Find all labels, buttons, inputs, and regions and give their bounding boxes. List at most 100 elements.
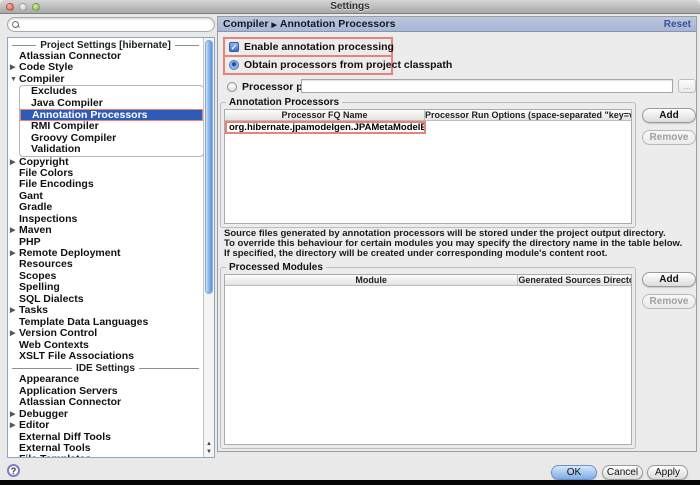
sidebar-item-label: Compiler [19, 73, 65, 85]
sidebar-item-label: Atlassian Connector [19, 396, 121, 408]
breadcrumb: Compiler▶Annotation Processors [223, 18, 395, 30]
sidebar-item-label: Editor [19, 419, 49, 431]
sidebar-item-label: Debugger [19, 408, 68, 420]
processed-modules-group: Processed Modules Module Generated Sourc… [220, 267, 636, 449]
obtain-processors-row[interactable]: Obtain processors from project classpath [223, 56, 393, 75]
sidebar-item-xslt-file-associations[interactable]: XSLT File Associations [8, 351, 203, 362]
enable-annotation-processing-checkbox[interactable]: ✓ [229, 42, 239, 52]
enable-annotation-processing-label: Enable annotation processing [244, 41, 394, 53]
sidebar-item-label: Gant [19, 190, 43, 202]
sidebar-item-java-compiler[interactable]: Java Compiler [20, 98, 203, 109]
obtain-processors-label: Obtain processors from project classpath [244, 59, 452, 71]
obtain-processors-radio[interactable] [229, 60, 239, 70]
processor-path-input[interactable] [301, 79, 673, 93]
search-input[interactable] [19, 19, 210, 30]
tree-scrollbar[interactable]: ▲ ▼ [203, 38, 214, 457]
sidebar-item-label: Maven [19, 224, 52, 236]
processed-modules-remove-button: Remove [642, 294, 696, 309]
sidebar-item-label: XSLT File Associations [19, 350, 134, 362]
chevron-right-icon[interactable]: ▶ [10, 62, 15, 74]
chevron-right-icon[interactable]: ▶ [10, 328, 15, 340]
breadcrumb-arrow-icon: ▶ [272, 22, 277, 29]
sidebar-item-label: Tasks [19, 304, 48, 316]
table-row[interactable]: org.hibernate.jpamodelgen.JPAMetaModelEn… [225, 121, 631, 134]
titlebar: Settings [0, 0, 700, 14]
sidebar-item-label: Spelling [19, 281, 60, 293]
sidebar-item-label: Atlassian Connector [19, 50, 121, 62]
settings-panel: Compiler▶Annotation Processors Reset ✓ E… [217, 16, 697, 452]
sidebar-item-label: Application Servers [19, 385, 118, 397]
chevron-right-icon[interactable]: ▶ [10, 305, 15, 317]
apply-button[interactable]: Apply [647, 465, 688, 480]
annotation-processors-add-button[interactable]: Add [642, 108, 696, 123]
sidebar-item-label: Version Control [19, 327, 97, 339]
chevron-right-icon[interactable]: ▶ [10, 248, 15, 260]
reset-link[interactable]: Reset [664, 19, 691, 30]
scroll-down-button[interactable]: ▼ [204, 448, 214, 456]
breadcrumb-parent: Compiler [223, 18, 269, 30]
sidebar-item-label: Resources [19, 258, 73, 270]
settings-tree: Project Settings [hibernate]Atlassian Co… [7, 37, 215, 458]
sidebar-item-label: Java Compiler [31, 97, 103, 109]
enable-annotation-processing-row[interactable]: ✓ Enable annotation processing [223, 37, 393, 56]
sidebar-item-label: RMI Compiler [31, 120, 99, 132]
sidebar-item-label: File Encodings [19, 178, 94, 190]
processed-modules-table[interactable]: Module Generated Sources Directory Name [224, 274, 632, 445]
search-icon [12, 21, 19, 28]
chevron-right-icon[interactable]: ▶ [10, 157, 15, 169]
sidebar-item-label: SQL Dialects [19, 293, 84, 305]
processed-modules-add-button[interactable]: Add [642, 272, 696, 287]
breadcrumb-current: Annotation Processors [280, 18, 396, 30]
browse-button[interactable]: ... [678, 79, 696, 93]
annotation-processors-table[interactable]: Processor FQ Name Processor Run Options … [224, 109, 632, 224]
sidebar-item-label: Appearance [19, 373, 79, 385]
sidebar-item-label: Validation [31, 143, 81, 155]
sidebar-item-label: Excludes [31, 85, 77, 97]
screen-bottom-strip [0, 480, 700, 485]
sidebar-item-label: File Colors [19, 167, 73, 179]
annotation-processors-group-title: Annotation Processors [226, 97, 342, 108]
panel-header: Compiler▶Annotation Processors Reset [218, 17, 696, 32]
sidebar-item-compiler[interactable]: ▼Compiler [8, 74, 203, 85]
processor-path-radio[interactable] [227, 82, 237, 92]
sidebar-item-label: PHP [19, 236, 41, 248]
column-header-processor-fq-name[interactable]: Processor FQ Name [225, 110, 424, 120]
sidebar-item-label: Template Data Languages [19, 316, 148, 328]
sidebar-item-label: Gradle [19, 201, 52, 213]
tree-group: ExcludesJava CompilerAnnotation Processo… [19, 85, 203, 156]
scrollbar-thumb[interactable] [205, 40, 213, 294]
processed-modules-group-title: Processed Modules [226, 262, 326, 273]
settings-window: Settings Project Settings [hibernate]Atl… [0, 0, 700, 485]
sidebar-item-label: Web Contexts [19, 339, 89, 351]
column-header-generated-sources-directory-name[interactable]: Generated Sources Directory Name [517, 275, 631, 285]
sidebar-item-label: Scopes [19, 270, 56, 282]
table-header: Processor FQ Name Processor Run Options … [225, 110, 631, 121]
chevron-right-icon[interactable]: ▶ [10, 420, 15, 432]
sidebar-item-label: Copyright [19, 156, 69, 168]
sidebar-item-file-templates[interactable]: File Templates [8, 454, 203, 457]
annotation-processors-group: Annotation Processors Processor FQ Name … [220, 102, 636, 228]
note-line: If specified, the directory will be crea… [224, 249, 682, 259]
sidebar-item-label: Remote Deployment [19, 247, 121, 259]
sidebar-item-validation[interactable]: Validation [20, 144, 203, 155]
cancel-button[interactable]: Cancel [602, 465, 643, 480]
help-button[interactable]: ? [7, 464, 20, 477]
scroll-up-button[interactable]: ▲ [204, 440, 214, 448]
column-header-processor-run-options[interactable]: Processor Run Options (space-separated "… [424, 110, 631, 120]
sidebar-item-label: External Diff Tools [19, 431, 111, 443]
annotation-processors-remove-button: Remove [642, 130, 696, 145]
chevron-down-icon[interactable]: ▼ [10, 74, 17, 86]
generated-sources-note: Source files generated by annotation pro… [224, 229, 682, 258]
chevron-right-icon[interactable]: ▶ [10, 409, 15, 421]
sidebar-item-label: Code Style [19, 61, 73, 73]
chevron-right-icon[interactable]: ▶ [10, 225, 15, 237]
column-header-module[interactable]: Module [225, 275, 517, 285]
table-header: Module Generated Sources Directory Name [225, 275, 631, 286]
sidebar-item-label: Groovy Compiler [31, 132, 116, 144]
sidebar-item-label: File Templates [19, 453, 91, 457]
sidebar-item-label: External Tools [19, 442, 91, 454]
window-title: Settings [0, 1, 700, 12]
ok-button[interactable]: OK [551, 465, 597, 480]
settings-search[interactable] [7, 17, 215, 32]
processor-fq-name-cell[interactable]: org.hibernate.jpamodelgen.JPAMetaModelEn… [225, 121, 426, 134]
